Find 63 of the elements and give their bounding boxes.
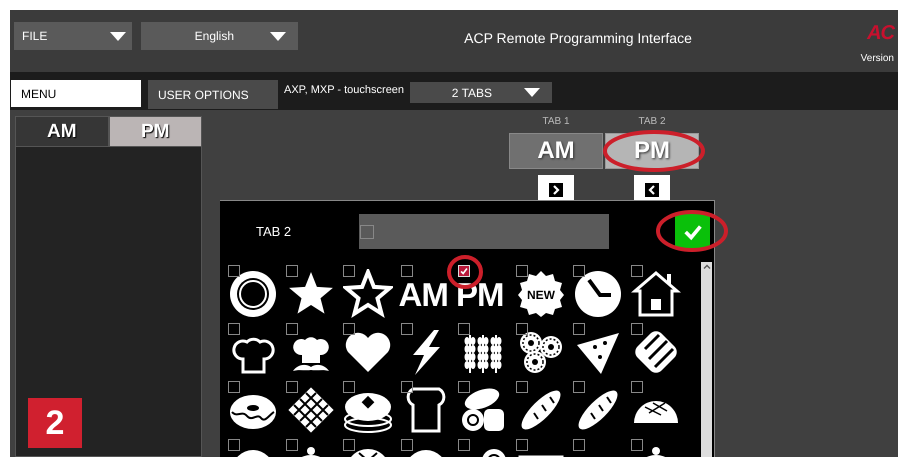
checkbox[interactable] [228, 323, 240, 335]
checkbox[interactable] [516, 265, 528, 277]
checkbox[interactable] [343, 265, 355, 277]
language-dropdown[interactable]: English [141, 22, 298, 50]
tab-heading: TAB 2 [638, 116, 666, 129]
checkbox[interactable] [400, 323, 412, 335]
plate-icon[interactable] [228, 269, 278, 319]
checkbox[interactable] [516, 381, 528, 393]
checkbox[interactable] [458, 439, 470, 451]
checkbox[interactable] [228, 265, 240, 277]
tab-heading: TAB 1 [542, 116, 570, 129]
chevron-left-icon [645, 182, 659, 196]
device-label: AXP, MXP - touchscreen [284, 84, 404, 96]
checkbox[interactable] [573, 323, 585, 335]
checkbox[interactable] [630, 439, 642, 451]
caret-icon [270, 32, 286, 40]
checkbox[interactable] [343, 381, 355, 393]
checkbox[interactable] [573, 381, 585, 393]
house-icon[interactable] [630, 269, 680, 319]
checkbox[interactable] [516, 439, 528, 451]
logo: AC [867, 22, 894, 45]
checkbox[interactable] [458, 381, 470, 393]
checkbox[interactable] [630, 265, 642, 277]
checkbox[interactable] [286, 439, 298, 451]
window-title: ACP Remote Programming Interface [463, 30, 693, 46]
checkbox[interactable] [516, 323, 528, 335]
checkbox[interactable] [286, 323, 298, 335]
checkbox[interactable] [286, 381, 298, 393]
chevron-right-icon [549, 182, 563, 196]
checkbox[interactable] [458, 323, 470, 335]
checkbox[interactable] [400, 381, 412, 393]
caret-icon [110, 32, 126, 40]
version-label: Version [860, 53, 894, 64]
clock-icon[interactable] [573, 269, 623, 319]
checkbox[interactable] [573, 439, 585, 451]
checkbox[interactable] [630, 381, 642, 393]
tabs-dropdown[interactable]: 2 TABS [410, 82, 552, 103]
checkbox[interactable] [573, 265, 585, 277]
move-button[interactable] [634, 175, 670, 200]
checkbox[interactable] [630, 323, 642, 335]
caret-icon [524, 88, 540, 97]
confirm-button[interactable] [675, 214, 710, 249]
tab-button[interactable]: AM [509, 133, 603, 169]
checkbox[interactable] [286, 265, 298, 277]
checkbox[interactable] [343, 439, 355, 451]
checkbox[interactable] [228, 381, 240, 393]
scrollbar[interactable] [701, 262, 712, 457]
nav-tab[interactable]: USER OPTIONS [148, 80, 278, 109]
badge-icon[interactable]: NEW [516, 269, 566, 319]
file-dropdown[interactable]: FILE [14, 22, 132, 50]
checkbox[interactable] [400, 265, 412, 277]
name-field[interactable] [359, 214, 609, 249]
checkbox[interactable] [228, 439, 240, 451]
nav-tab[interactable]: MENU [11, 80, 141, 107]
checkbox[interactable] [343, 323, 355, 335]
period-tab[interactable]: AM [15, 116, 108, 147]
step-badge: 2 [28, 398, 82, 448]
icon-text[interactable]: AM [398, 276, 448, 314]
checkbox[interactable] [360, 224, 374, 238]
star-outline-icon[interactable] [343, 269, 393, 319]
dialog-label: TAB 2 [255, 224, 292, 239]
checkbox[interactable] [400, 439, 412, 451]
move-button[interactable] [538, 175, 574, 200]
